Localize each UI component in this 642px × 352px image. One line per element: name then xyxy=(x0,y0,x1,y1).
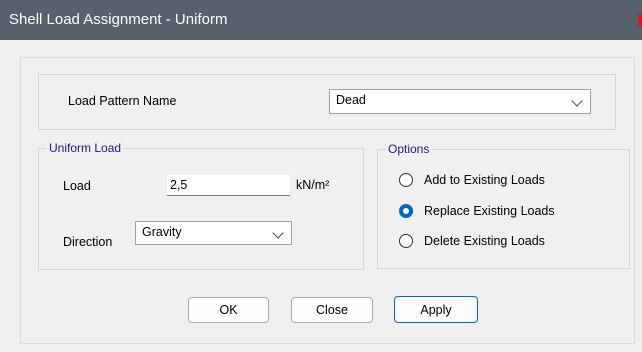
radio-unchecked-icon[interactable] xyxy=(399,173,413,187)
load-pattern-selected: Dead xyxy=(336,93,366,107)
chevron-down-icon xyxy=(571,95,583,107)
direction-combo[interactable]: Gravity xyxy=(135,221,292,245)
option-label: Replace Existing Loads xyxy=(424,204,555,218)
load-unit-label: kN/m² xyxy=(296,178,330,192)
direction-label: Direction xyxy=(63,235,113,249)
radio-checked-icon[interactable] xyxy=(399,204,413,218)
uniform-load-group: Uniform Load Load kN/m² Direction Gravit… xyxy=(38,141,364,270)
uniform-load-legend: Uniform Load xyxy=(46,141,125,155)
load-pattern-group: Load Pattern Name Dead xyxy=(38,74,616,130)
load-value-input[interactable] xyxy=(167,175,290,196)
radio-unchecked-icon[interactable] xyxy=(399,234,413,248)
apply-button[interactable]: Apply xyxy=(394,296,478,323)
close-button[interactable]: Close xyxy=(291,297,373,323)
load-pattern-label: Load Pattern Name xyxy=(68,94,177,108)
load-pattern-combo[interactable]: Dead xyxy=(329,89,591,114)
chevron-down-icon xyxy=(272,227,284,239)
option-label: Delete Existing Loads xyxy=(424,234,545,248)
options-legend: Options xyxy=(385,142,433,156)
ok-button[interactable]: OK xyxy=(188,297,269,323)
direction-selected: Gravity xyxy=(142,225,182,239)
load-label: Load xyxy=(63,179,91,193)
title-bar[interactable]: Shell Load Assignment - Uniform xyxy=(0,0,642,40)
window-title: Shell Load Assignment - Uniform xyxy=(9,11,228,28)
close-window-icon[interactable] xyxy=(638,14,642,26)
dialog-window: Shell Load Assignment - Uniform Load Pat… xyxy=(0,0,642,352)
options-group: Options Add to Existing Loads Replace Ex… xyxy=(377,142,630,269)
option-label: Add to Existing Loads xyxy=(424,173,545,187)
